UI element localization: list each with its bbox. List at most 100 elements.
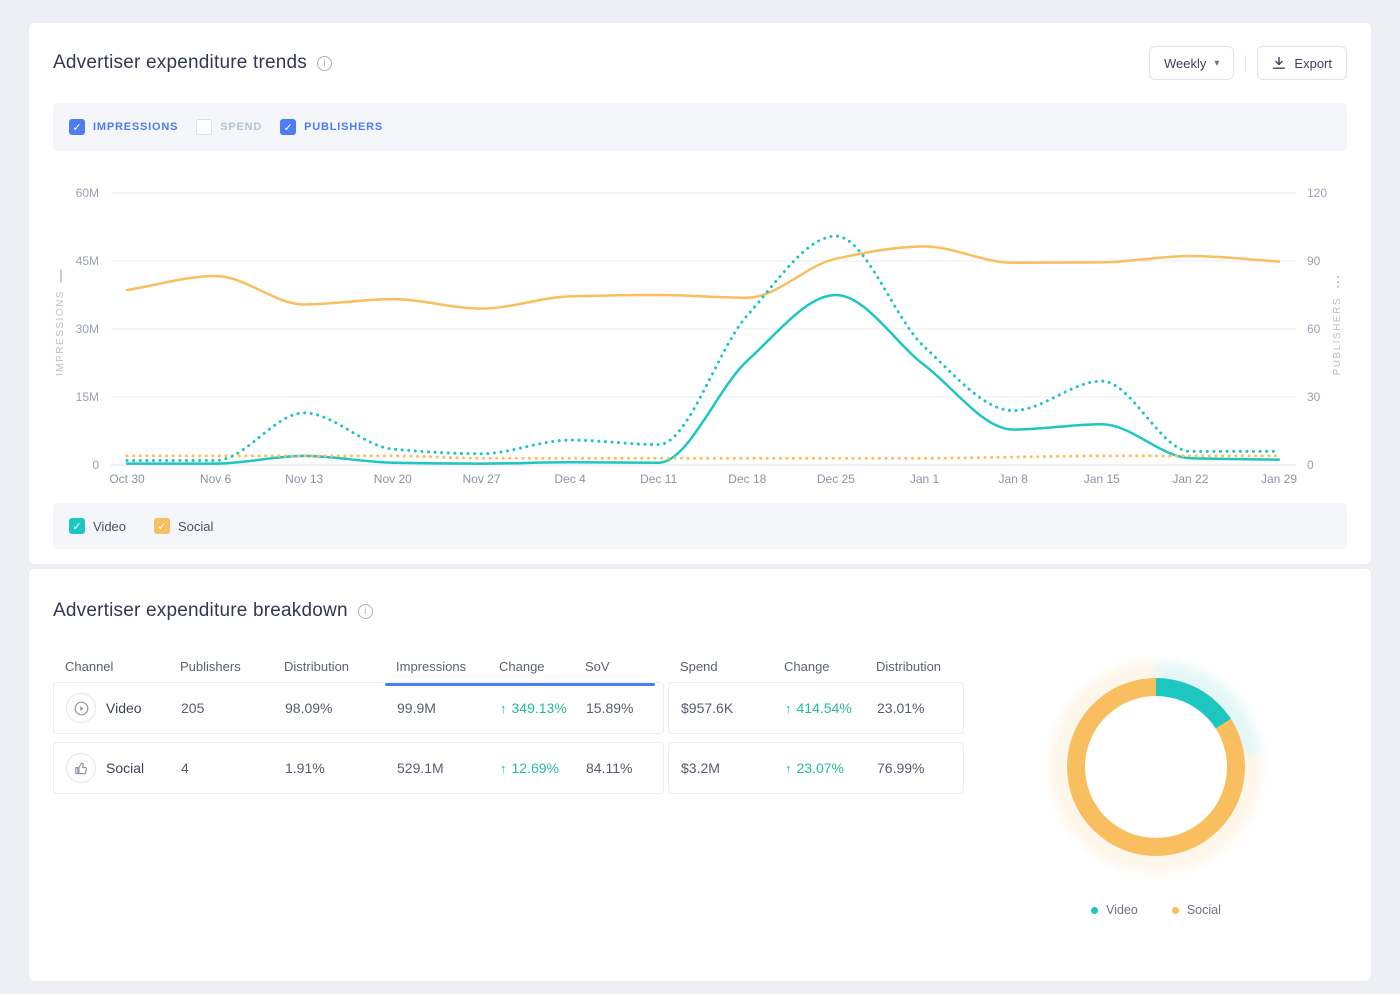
info-icon[interactable]: i — [317, 56, 332, 71]
series-video-impressions — [127, 295, 1279, 464]
share-donut-chart[interactable] — [1050, 661, 1262, 873]
svg-text:Nov 13: Nov 13 — [285, 472, 323, 486]
publishers-distribution-value: 1.91% — [285, 760, 397, 776]
arrow-up-icon: ↑ — [500, 761, 507, 776]
trends-card: Advertiser expenditure trends i Weekly ▾… — [28, 22, 1372, 565]
divider — [1245, 55, 1246, 71]
arrow-up-icon: ↑ — [785, 701, 792, 716]
metric-toggle-label: IMPRESSIONS — [93, 121, 178, 133]
svg-text:Dec 11: Dec 11 — [640, 472, 677, 486]
dotted-line-indicator — [1337, 276, 1339, 290]
checkbox-checked-icon: ✓ — [154, 518, 170, 534]
metric-filter-bar: ✓ IMPRESSIONS SPEND ✓ PUBLISHERS — [53, 103, 1347, 151]
spend-distribution-value: 23.01% — [877, 700, 965, 716]
arrow-up-icon: ↑ — [785, 761, 792, 776]
trends-card-header: Advertiser expenditure trends i Weekly ▾… — [53, 45, 1347, 81]
channel-toggle-video[interactable]: ✓ Video — [69, 518, 126, 534]
metric-toggle-impressions[interactable]: ✓ IMPRESSIONS — [69, 119, 178, 135]
svg-text:60M: 60M — [76, 186, 99, 200]
donut-legend: Video Social — [1091, 903, 1221, 917]
download-icon — [1272, 56, 1286, 70]
donut-legend-item-social[interactable]: Social — [1172, 903, 1221, 917]
svg-text:Dec 25: Dec 25 — [817, 472, 855, 486]
svg-text:Jan 1: Jan 1 — [910, 472, 940, 486]
social-color-dot — [1172, 907, 1179, 914]
donut-legend-item-video[interactable]: Video — [1091, 903, 1138, 917]
svg-text:Jan 22: Jan 22 — [1172, 472, 1208, 486]
spend-change-value: ↑ 414.54% — [785, 700, 877, 716]
spend-change-value: ↑ 23.07% — [785, 760, 877, 776]
publishers-distribution-value: 98.09% — [285, 700, 397, 716]
sov-value: 15.89% — [586, 700, 665, 716]
video-play-icon — [66, 693, 96, 723]
svg-text:120: 120 — [1307, 186, 1327, 200]
export-label: Export — [1294, 56, 1332, 71]
breakdown-body: Channel Publishers Distribution Impressi… — [53, 653, 1347, 917]
info-icon[interactable]: i — [358, 604, 373, 619]
svg-text:90: 90 — [1307, 254, 1321, 268]
metric-toggle-publishers[interactable]: ✓ PUBLISHERS — [280, 119, 383, 135]
donut-hole — [1085, 696, 1227, 838]
channel-toggle-social[interactable]: ✓ Social — [154, 518, 213, 534]
table-row-video: Video 205 98.09% 99.9M ↑ 349.13% 15.89% … — [53, 682, 965, 734]
trends-title: Advertiser expenditure trends — [53, 52, 307, 74]
spend-value: $957.6K — [681, 700, 785, 716]
channel-legend-bar: ✓ Video ✓ Social — [53, 503, 1347, 549]
impressions-change-value: ↑ 349.13% — [500, 700, 586, 716]
channel-name: Social — [106, 760, 144, 776]
svg-text:Dec 18: Dec 18 — [728, 472, 766, 486]
video-color-dot — [1091, 907, 1098, 914]
svg-text:Oct 30: Oct 30 — [109, 472, 145, 486]
breakdown-card-header: Advertiser expenditure breakdown i — [53, 593, 1347, 629]
col-impressions[interactable]: Impressions — [396, 659, 499, 674]
metric-toggle-label: SPEND — [220, 121, 262, 133]
col-publishers-distribution[interactable]: Distribution — [284, 659, 396, 674]
svg-text:60: 60 — [1307, 322, 1321, 336]
trend-line-chart: 0015M3030M6045M9060M120Oct 30Nov 6Nov 13… — [53, 181, 1349, 493]
right-axis-title: PUBLISHERS — [1332, 276, 1343, 375]
trends-chart[interactable]: 0015M3030M6045M9060M120Oct 30Nov 6Nov 13… — [53, 181, 1347, 493]
checkbox-unchecked-icon — [196, 119, 212, 135]
checkbox-checked-icon: ✓ — [280, 119, 296, 135]
svg-text:Nov 6: Nov 6 — [200, 472, 232, 486]
svg-text:Nov 27: Nov 27 — [462, 472, 500, 486]
spend-distribution-value: 76.99% — [877, 760, 965, 776]
period-select[interactable]: Weekly ▾ — [1149, 46, 1234, 80]
chevron-down-icon: ▾ — [1214, 58, 1219, 69]
thumb-up-icon — [66, 753, 96, 783]
svg-text:0: 0 — [92, 458, 99, 472]
svg-text:45M: 45M — [76, 254, 99, 268]
svg-text:Jan 29: Jan 29 — [1261, 472, 1297, 486]
svg-text:30M: 30M — [76, 322, 99, 336]
svg-text:Nov 20: Nov 20 — [374, 472, 412, 486]
metric-toggle-spend[interactable]: SPEND — [196, 119, 262, 135]
col-publishers[interactable]: Publishers — [180, 659, 284, 674]
col-spend-distribution[interactable]: Distribution — [876, 659, 964, 674]
svg-text:Dec 4: Dec 4 — [554, 472, 586, 486]
spend-value: $3.2M — [681, 760, 785, 776]
impressions-value: 99.9M — [397, 700, 500, 716]
active-column-group-underline — [385, 683, 655, 686]
impressions-value: 529.1M — [397, 760, 500, 776]
table-row-social: Social 4 1.91% 529.1M ↑ 12.69% 84.11% $3… — [53, 742, 965, 794]
checkbox-checked-icon: ✓ — [69, 119, 85, 135]
checkbox-checked-icon: ✓ — [69, 518, 85, 534]
publishers-value: 205 — [181, 700, 285, 716]
col-impressions-change[interactable]: Change — [499, 659, 585, 674]
breakdown-table: Channel Publishers Distribution Impressi… — [53, 653, 965, 917]
metric-toggle-label: PUBLISHERS — [304, 121, 383, 133]
col-spend-change[interactable]: Change — [784, 659, 876, 674]
share-donut-area: Video Social — [965, 653, 1347, 917]
export-button[interactable]: Export — [1257, 46, 1347, 80]
col-channel: Channel — [65, 659, 180, 674]
left-axis-title: IMPRESSIONS — [55, 269, 66, 376]
col-sov[interactable]: SoV — [585, 659, 664, 674]
svg-text:30: 30 — [1307, 390, 1321, 404]
period-select-value: Weekly — [1164, 56, 1206, 71]
sov-value: 84.11% — [586, 760, 665, 776]
svg-text:Jan 8: Jan 8 — [999, 472, 1029, 486]
table-header: Channel Publishers Distribution Impressi… — [53, 653, 965, 674]
col-spend[interactable]: Spend — [680, 659, 784, 674]
publishers-value: 4 — [181, 760, 285, 776]
impressions-change-value: ↑ 12.69% — [500, 760, 586, 776]
